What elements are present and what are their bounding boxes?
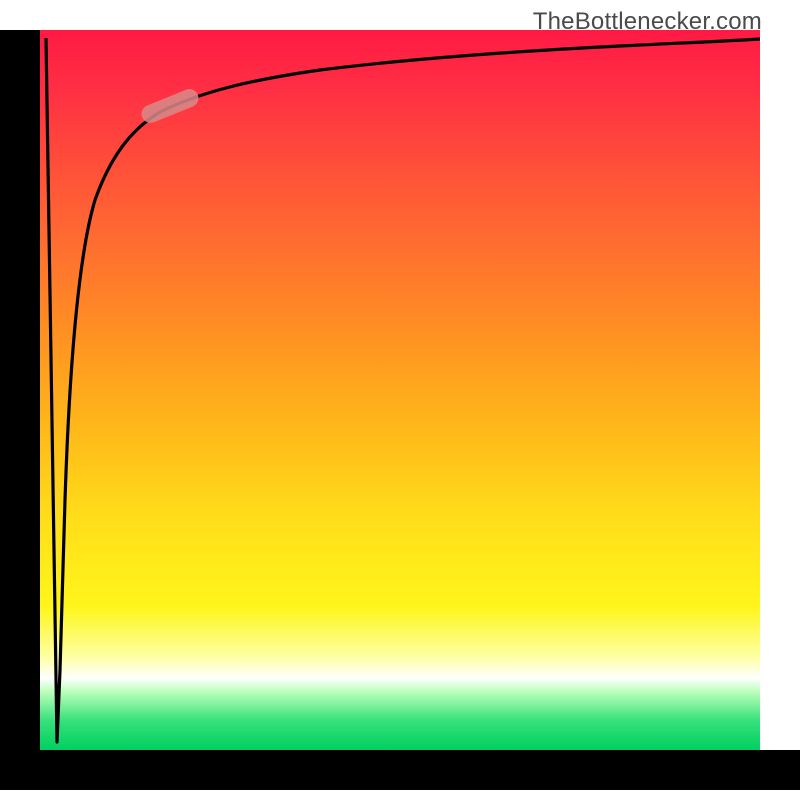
chart-container: TheBottlenecker.com bbox=[0, 0, 800, 800]
curve-layer bbox=[40, 30, 760, 750]
y-axis bbox=[0, 30, 40, 750]
x-axis bbox=[0, 750, 800, 790]
plot-area bbox=[40, 30, 760, 750]
bottleneck-curve bbox=[46, 38, 760, 742]
watermark-text: TheBottlenecker.com bbox=[533, 8, 762, 36]
curve-marker bbox=[139, 86, 201, 125]
